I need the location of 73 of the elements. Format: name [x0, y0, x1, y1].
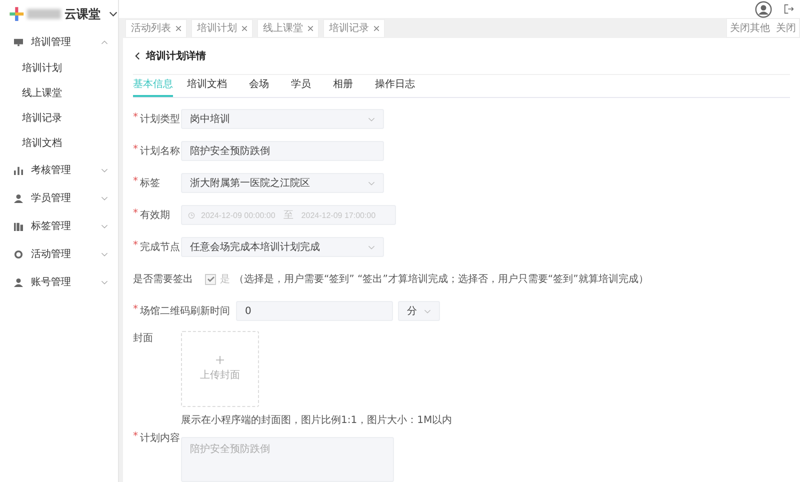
page-tab[interactable]: 培训记录 [323, 18, 385, 38]
tab[interactable]: 会场 [249, 77, 277, 97]
ring-icon [14, 250, 23, 258]
tab-action-button[interactable]: 关闭 [773, 21, 799, 35]
required-mark: * [133, 176, 138, 189]
menu-group[interactable]: 培训管理 [0, 28, 118, 56]
menu-group[interactable]: 活动管理 [0, 240, 118, 268]
close-icon[interactable] [308, 26, 313, 30]
required-mark: * [133, 112, 138, 125]
field-label: 计划类型 [140, 112, 180, 126]
field-label: 完成节点 [140, 240, 180, 254]
required-mark: * [133, 144, 138, 157]
tab[interactable]: 学员 [291, 77, 319, 97]
check-icon [206, 275, 214, 283]
tab[interactable]: 培训文档 [187, 77, 235, 97]
person-icon [14, 194, 23, 202]
menu-group[interactable]: 考核管理 [0, 156, 118, 184]
textarea-field[interactable]: 陪护安全预防跌倒 [181, 437, 394, 482]
tab[interactable]: 操作日志 [375, 77, 423, 97]
help-text: （选择是，用户需要“签到” “签出”才算培训完成；选择否，用户只需要“签到”就算培训完成） [234, 272, 648, 286]
help-text: 展示在小程序端的封面图，图片比例1:1，图片大小：1M以内 [181, 414, 452, 427]
field-label: 封面 [133, 332, 153, 345]
menu-item[interactable]: 线上课堂 [0, 81, 118, 106]
checkbox-label: 是 [220, 273, 230, 286]
required-mark: * [133, 208, 138, 221]
required-mark: * [133, 431, 138, 444]
unit-select[interactable]: 分 [398, 301, 440, 321]
person-icon [14, 278, 23, 286]
menu-group[interactable]: 账号管理 [0, 268, 118, 296]
plus-icon [216, 356, 224, 364]
select-field[interactable]: 岗中培训 [181, 109, 384, 129]
close-icon[interactable] [242, 26, 247, 30]
tab[interactable]: 相册 [333, 77, 361, 97]
logo-icon [9, 5, 24, 23]
close-icon[interactable] [176, 26, 181, 30]
chevron-down-icon [368, 244, 375, 250]
columns-icon [14, 222, 23, 230]
select-field[interactable]: 浙大附属第一医院之江院区 [181, 173, 384, 193]
close-icon[interactable] [374, 26, 379, 30]
required-mark: * [133, 304, 138, 317]
redacted-block [27, 9, 62, 19]
field-label: 标签 [140, 176, 160, 190]
monitor-icon [14, 38, 23, 46]
required-mark: * [133, 240, 138, 253]
select-field[interactable]: 任意会场完成本培训计划完成 [181, 237, 384, 257]
chevron-down-icon [368, 116, 375, 122]
tab-action-button[interactable]: 关闭其他 [727, 21, 773, 35]
avatar-icon[interactable] [755, 0, 772, 18]
page-tab[interactable]: 培训计划 [191, 18, 253, 38]
logout-icon[interactable] [784, 4, 794, 14]
chevron-down-icon [424, 308, 431, 314]
field-label: 计划名称 [140, 144, 180, 158]
chevron-down-icon [368, 180, 375, 186]
clock-icon [188, 212, 195, 218]
page-title: 培训计划详情 [146, 49, 206, 63]
field-label: 有效期 [140, 208, 170, 222]
page-tab[interactable]: 线上课堂 [257, 18, 319, 38]
menu-item[interactable]: 培训文档 [0, 131, 118, 156]
field-label: 计划内容 [140, 432, 180, 445]
page-tab[interactable]: 活动列表 [125, 18, 187, 38]
app-name: 云课堂 [64, 6, 100, 22]
input-field[interactable]: 0 [236, 301, 393, 321]
checkbox[interactable] [205, 274, 216, 284]
input-field[interactable]: 陪护安全预防跌倒 [181, 141, 384, 161]
field-label: 是否需要签出 [133, 272, 193, 286]
bar-chart-icon [14, 166, 23, 174]
menu-group[interactable]: 标签管理 [0, 212, 118, 240]
menu-item[interactable]: 培训记录 [0, 106, 118, 131]
field-label: 场馆二维码刷新时间 [140, 304, 230, 318]
chevron-down-icon[interactable] [109, 9, 118, 19]
back-icon[interactable] [135, 52, 140, 60]
menu-item[interactable]: 培训计划 [0, 56, 118, 81]
menu-group[interactable]: 学员管理 [0, 184, 118, 212]
